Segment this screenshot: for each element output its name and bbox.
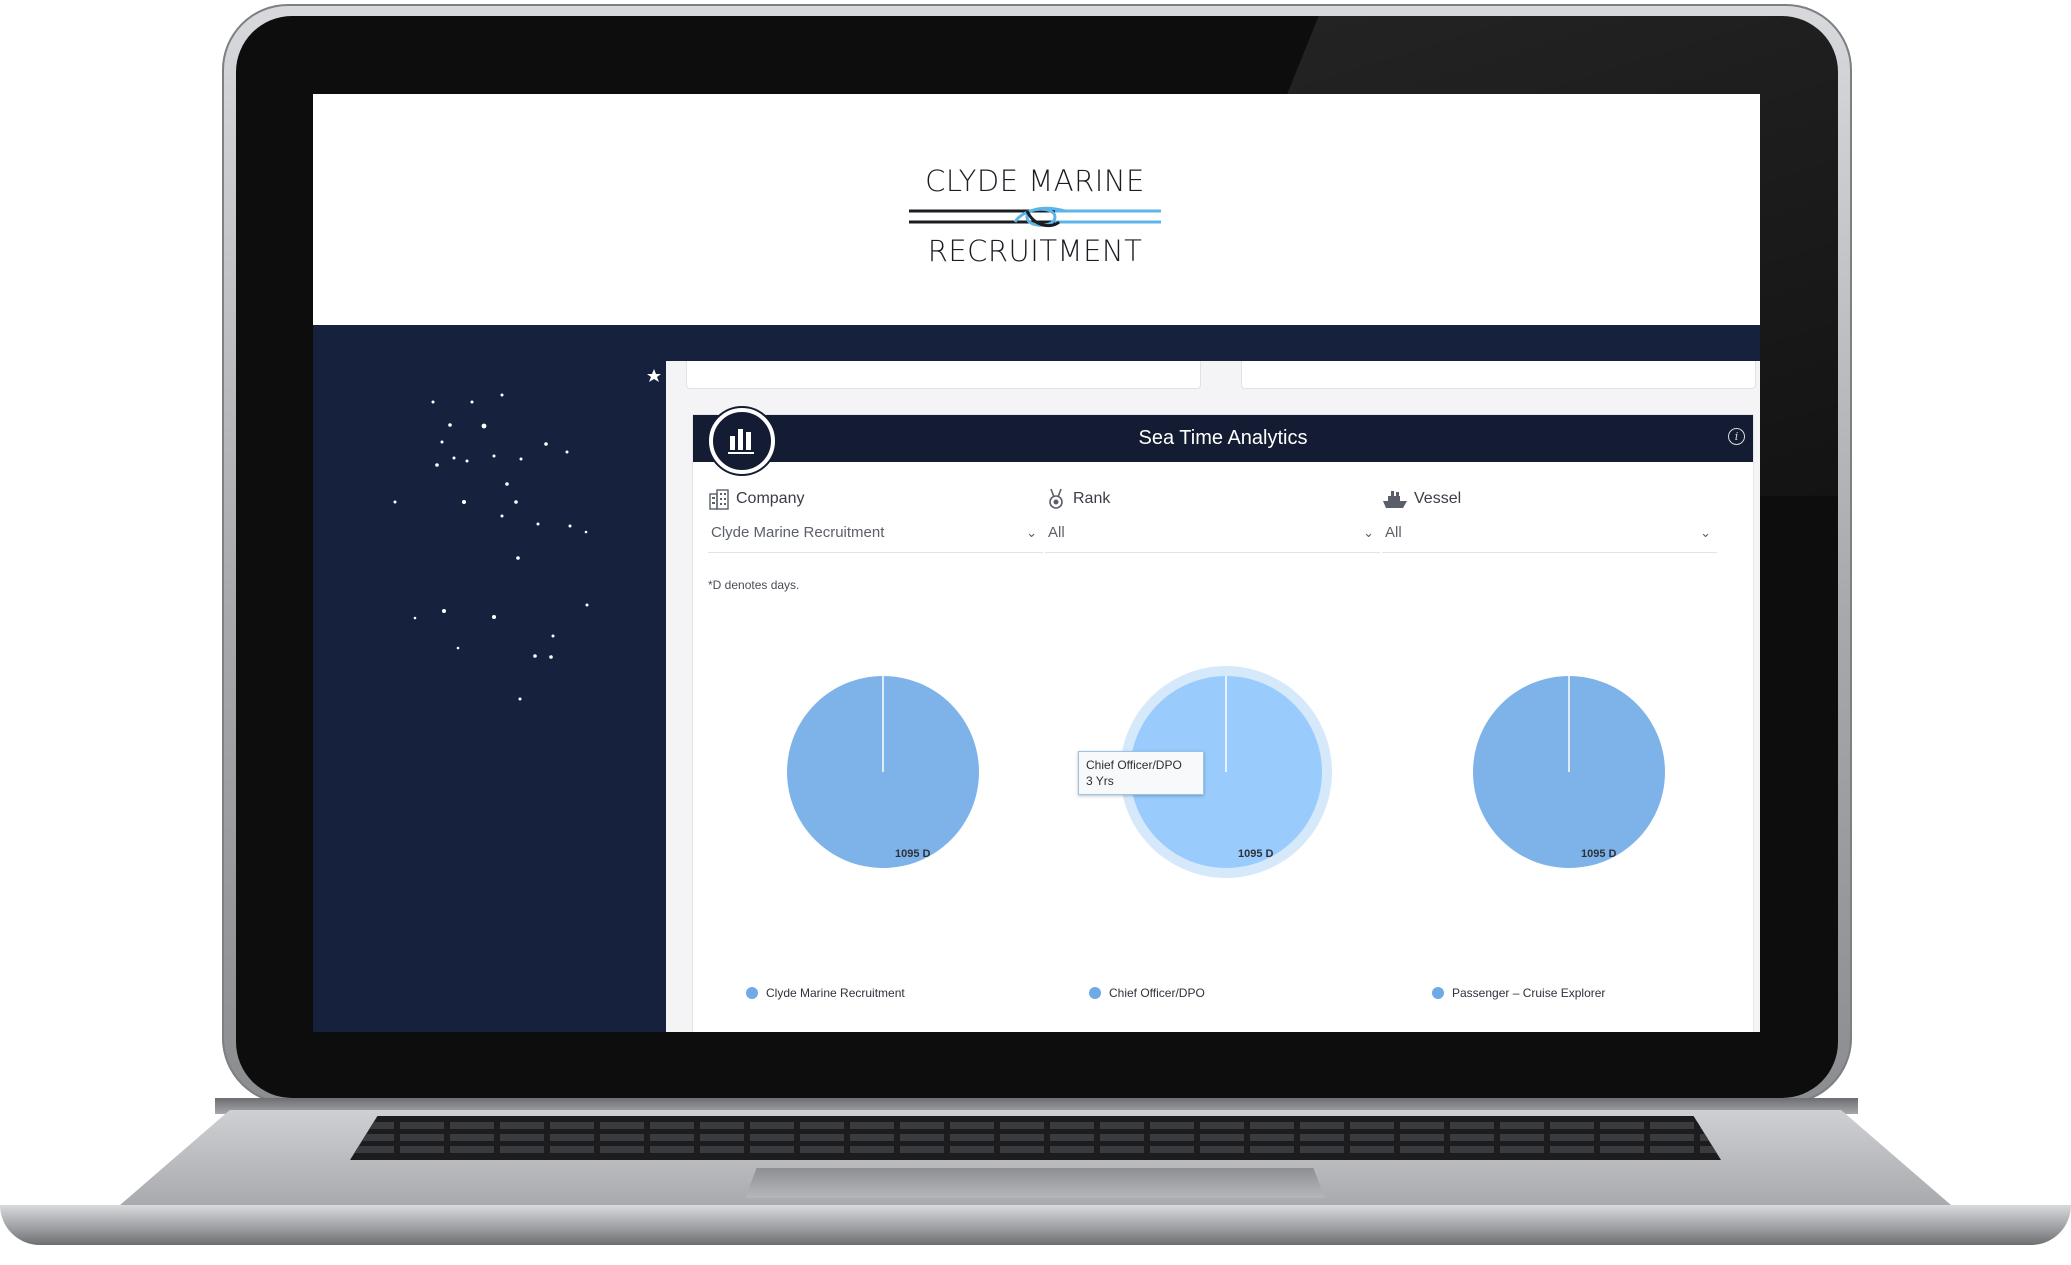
main-content: Sea Time Analytics i Company Clyde Marin… [666,361,1760,1032]
sea-time-analytics-panel: Sea Time Analytics i Company Clyde Marin… [692,408,1754,1032]
brand-name-line1: CLYDE MARINE [925,164,1145,198]
tooltip-value: 3 Yrs [1086,774,1114,788]
rope-knot-icon [909,206,1161,228]
pie-data-label: 1095 D [895,848,931,860]
pie-data-label: 1095 D [1581,848,1617,860]
brand-logo[interactable]: CLYDE MARINE RECRUITMENT [905,164,1165,274]
pie-charts [787,666,1665,878]
tooltip-title: Chief Officer/DPO [1086,758,1182,772]
header-logo-area: CLYDE MARINE RECRUITMENT [313,94,1760,325]
legend-dot [746,987,758,999]
legend-item[interactable]: Passenger – Cruise Explorer [1432,986,1605,1000]
trackpad [745,1168,1325,1198]
legend-dot [1432,987,1444,999]
laptop-base [0,1110,2071,1265]
legend-dot [1089,987,1101,999]
pie-data-label: 1095 D [1238,848,1274,860]
legend-label: Passenger – Cruise Explorer [1452,986,1606,1000]
legend-item[interactable]: Clyde Marine Recruitment [746,986,905,1000]
legend-label: Clyde Marine Recruitment [766,986,905,1000]
starfield [393,369,661,701]
summary-card [686,361,1201,389]
legend-label: Chief Officer/DPO [1109,986,1205,1000]
brand-name-line2: RECRUITMENT [927,234,1143,268]
keyboard [350,1116,1721,1160]
nav-band [313,325,1760,361]
legend-item[interactable]: Chief Officer/DPO [1089,986,1205,1000]
chart-tooltip: Chief Officer/DPO 3 Yrs [1078,751,1204,795]
laptop-front-edge [0,1205,2071,1245]
sidebar [313,361,666,1032]
summary-card [1241,361,1756,389]
screen: CLYDE MARINE RECRUITMENT Sea Time Analyt… [313,94,1760,1032]
